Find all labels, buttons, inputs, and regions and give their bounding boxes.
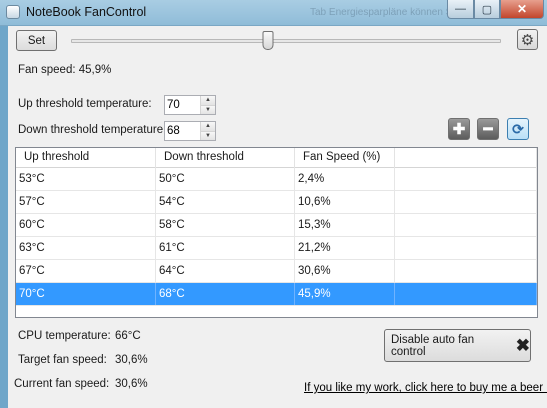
cell-empty [395,237,537,259]
table-row[interactable]: 70°C 68°C 45,9% [16,283,537,306]
cell-up: 57°C [16,191,156,213]
cell-down: 50°C [156,168,295,190]
maximize-button[interactable]: ▢ [474,0,500,19]
cell-down: 64°C [156,260,295,282]
table-row[interactable]: 57°C 54°C 10,6% [16,191,537,214]
add-row-button[interactable]: ✚ [448,118,470,140]
app-icon [6,5,20,19]
cell-down: 61°C [156,237,295,259]
close-button[interactable]: ✕ [500,0,544,19]
down-threshold-decrement[interactable]: ▼ [201,131,215,140]
cell-speed: 10,6% [295,191,395,213]
table-header: Up threshold Down threshold Fan Speed (%… [16,148,537,168]
disable-button-label: Disable auto fan control [391,333,475,358]
settings-button[interactable]: ⚙ [517,29,538,50]
current-fan-speed-label: Current fan speed: [14,378,110,390]
threshold-table[interactable]: Up threshold Down threshold Fan Speed (%… [15,147,538,318]
table-row[interactable]: 63°C 61°C 21,2% [16,237,537,260]
cell-speed: 2,4% [295,168,395,190]
down-threshold-input[interactable] [167,124,199,138]
up-threshold-increment[interactable]: ▲ [201,96,215,105]
window-title: NoteBook FanControl [26,5,147,19]
cell-empty [395,283,537,305]
cell-up: 67°C [16,260,156,282]
column-header-empty [395,148,537,168]
cell-up: 70°C [16,283,156,305]
disable-auto-fan-control-button[interactable]: Disable auto fan control ✖ [384,329,531,362]
refresh-icon: ⟳ [512,120,524,137]
table-body: 53°C 50°C 2,4% 57°C 54°C 10,6% 60°C 58°C… [16,168,537,306]
close-icon: ✖ [515,335,530,355]
cell-speed: 15,3% [295,214,395,236]
close-icon: ✕ [516,2,528,16]
up-threshold-stepper[interactable]: ▲ ▼ [164,95,216,115]
maximize-icon: ▢ [481,3,493,16]
current-fan-speed-value: 30,6% [115,378,148,390]
column-header-up[interactable]: Up threshold [16,148,156,168]
cell-down: 68°C [156,283,295,305]
refresh-button[interactable]: ⟳ [507,118,529,140]
minimize-button[interactable]: — [447,0,474,19]
set-button[interactable]: Set [16,30,57,51]
title-bar[interactable]: NoteBook FanControl Tab Energiesparpläne… [0,0,547,26]
donate-link[interactable]: If you like my work, click here to buy m… [304,382,547,394]
cpu-temperature-label: CPU temperature: [18,330,111,342]
cell-up: 60°C [16,214,156,236]
up-threshold-input[interactable] [167,98,199,112]
down-threshold-label: Down threshold temperature: [18,124,167,136]
down-threshold-increment[interactable]: ▲ [201,122,215,131]
cell-speed: 45,9% [295,283,395,305]
gear-icon: ⚙ [520,31,535,49]
cell-empty [395,260,537,282]
target-fan-speed-value: 30,6% [115,354,148,366]
target-fan-speed-label: Target fan speed: [18,354,107,366]
down-threshold-stepper[interactable]: ▲ ▼ [164,121,216,141]
cell-empty [395,214,537,236]
cell-empty [395,168,537,190]
fan-speed-slider-track[interactable] [71,39,501,43]
table-row[interactable]: 53°C 50°C 2,4% [16,168,537,191]
cell-down: 58°C [156,214,295,236]
cell-speed: 21,2% [295,237,395,259]
plus-icon: ✚ [452,121,466,138]
minus-icon: ━ [483,121,493,138]
main-panel: Set ⚙ Fan speed: 45,9% Up threshold temp… [8,26,547,408]
column-header-down[interactable]: Down threshold [156,148,295,168]
cell-speed: 30,6% [295,260,395,282]
table-row[interactable]: 67°C 64°C 30,6% [16,260,537,283]
up-threshold-decrement[interactable]: ▼ [201,105,215,114]
cell-up: 63°C [16,237,156,259]
table-row[interactable]: 60°C 58°C 15,3% [16,214,537,237]
fan-speed-slider-thumb[interactable] [262,31,274,50]
cpu-temperature-value: 66°C [115,330,141,342]
column-header-speed[interactable]: Fan Speed (%) [295,148,395,168]
cell-up: 53°C [16,168,156,190]
cell-empty [395,191,537,213]
cell-down: 54°C [156,191,295,213]
up-threshold-label: Up threshold temperature: [18,98,152,110]
remove-row-button[interactable]: ━ [477,118,499,140]
minimize-icon: — [455,3,466,15]
fan-speed-label: Fan speed: 45,9% [18,64,112,76]
